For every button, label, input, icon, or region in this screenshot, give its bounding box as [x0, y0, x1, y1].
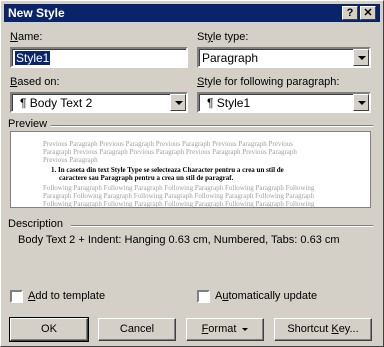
preview-heading: Preview [8, 118, 48, 130]
title-bar[interactable]: New Style ? ✕ [4, 4, 380, 22]
preview-following-line: Paragraph Following Paragraph Following … [43, 192, 315, 200]
dropdown-arrow-icon [242, 327, 249, 331]
preview-sample-line: 1. In caseta din text Style Type se sele… [51, 166, 284, 174]
preview-pane: Previous Paragraph Previous Paragraph Pr… [10, 131, 371, 208]
add-to-template-label[interactable]: Add to template [28, 290, 105, 302]
style-type-select[interactable]: Paragraph [197, 47, 371, 68]
ok-button[interactable]: OK [9, 317, 89, 342]
preview-previous-line: Previous Paragraph [43, 156, 98, 164]
name-input[interactable]: Style1 [10, 47, 188, 68]
chevron-down-icon[interactable] [170, 94, 186, 111]
auto-update-checkbox[interactable] [197, 290, 210, 303]
preview-following-line: Following Paragraph Following Paragraph … [43, 184, 315, 192]
preview-previous-line: Paragraph Previous Paragraph Previous Pa… [43, 148, 297, 156]
description-text: Body Text 2 + Indent: Hanging 0.63 cm, N… [18, 234, 340, 246]
close-icon: ✕ [363, 7, 373, 19]
style-type-label: Style type: [197, 31, 249, 43]
preview-following-line: Following Paragraph Following Paragraph … [43, 200, 315, 208]
chevron-down-icon[interactable] [353, 49, 369, 66]
chevron-down-icon[interactable] [353, 94, 369, 111]
name-label: Name: [10, 31, 43, 43]
preview-sample-line: caractere sau Paragraph pentru a crea un… [59, 174, 234, 182]
based-on-label: Based on: [10, 76, 60, 88]
following-style-value: ¶ Style1 [207, 96, 251, 110]
description-divider [71, 225, 373, 227]
based-on-value: ¶ Body Text 2 [20, 96, 93, 110]
window-title: New Style [8, 6, 65, 20]
shortcut-key-button[interactable]: Shortcut Key... [274, 318, 372, 341]
preview-divider [51, 125, 373, 127]
auto-update-label[interactable]: Automatically update [215, 290, 317, 302]
close-button[interactable]: ✕ [360, 6, 376, 20]
help-icon: ? [346, 7, 354, 19]
preview-previous-line: Previous Paragraph Previous Paragraph Pr… [43, 140, 294, 148]
name-value: Style1 [15, 51, 51, 65]
help-button[interactable]: ? [342, 6, 358, 20]
style-type-value: Paragraph [202, 51, 259, 65]
following-style-select[interactable]: ¶ Style1 [197, 92, 371, 113]
add-to-template-checkbox[interactable] [10, 290, 23, 303]
description-heading: Description [8, 218, 64, 230]
based-on-select[interactable]: ¶ Body Text 2 [10, 92, 188, 113]
new-style-dialog: New Style ? ✕ Name: Style1 Style type: P… [0, 0, 384, 347]
cancel-button[interactable]: Cancel [98, 318, 176, 341]
following-style-label: Style for following paragraph: [197, 76, 340, 88]
format-button[interactable]: Format [186, 318, 264, 341]
